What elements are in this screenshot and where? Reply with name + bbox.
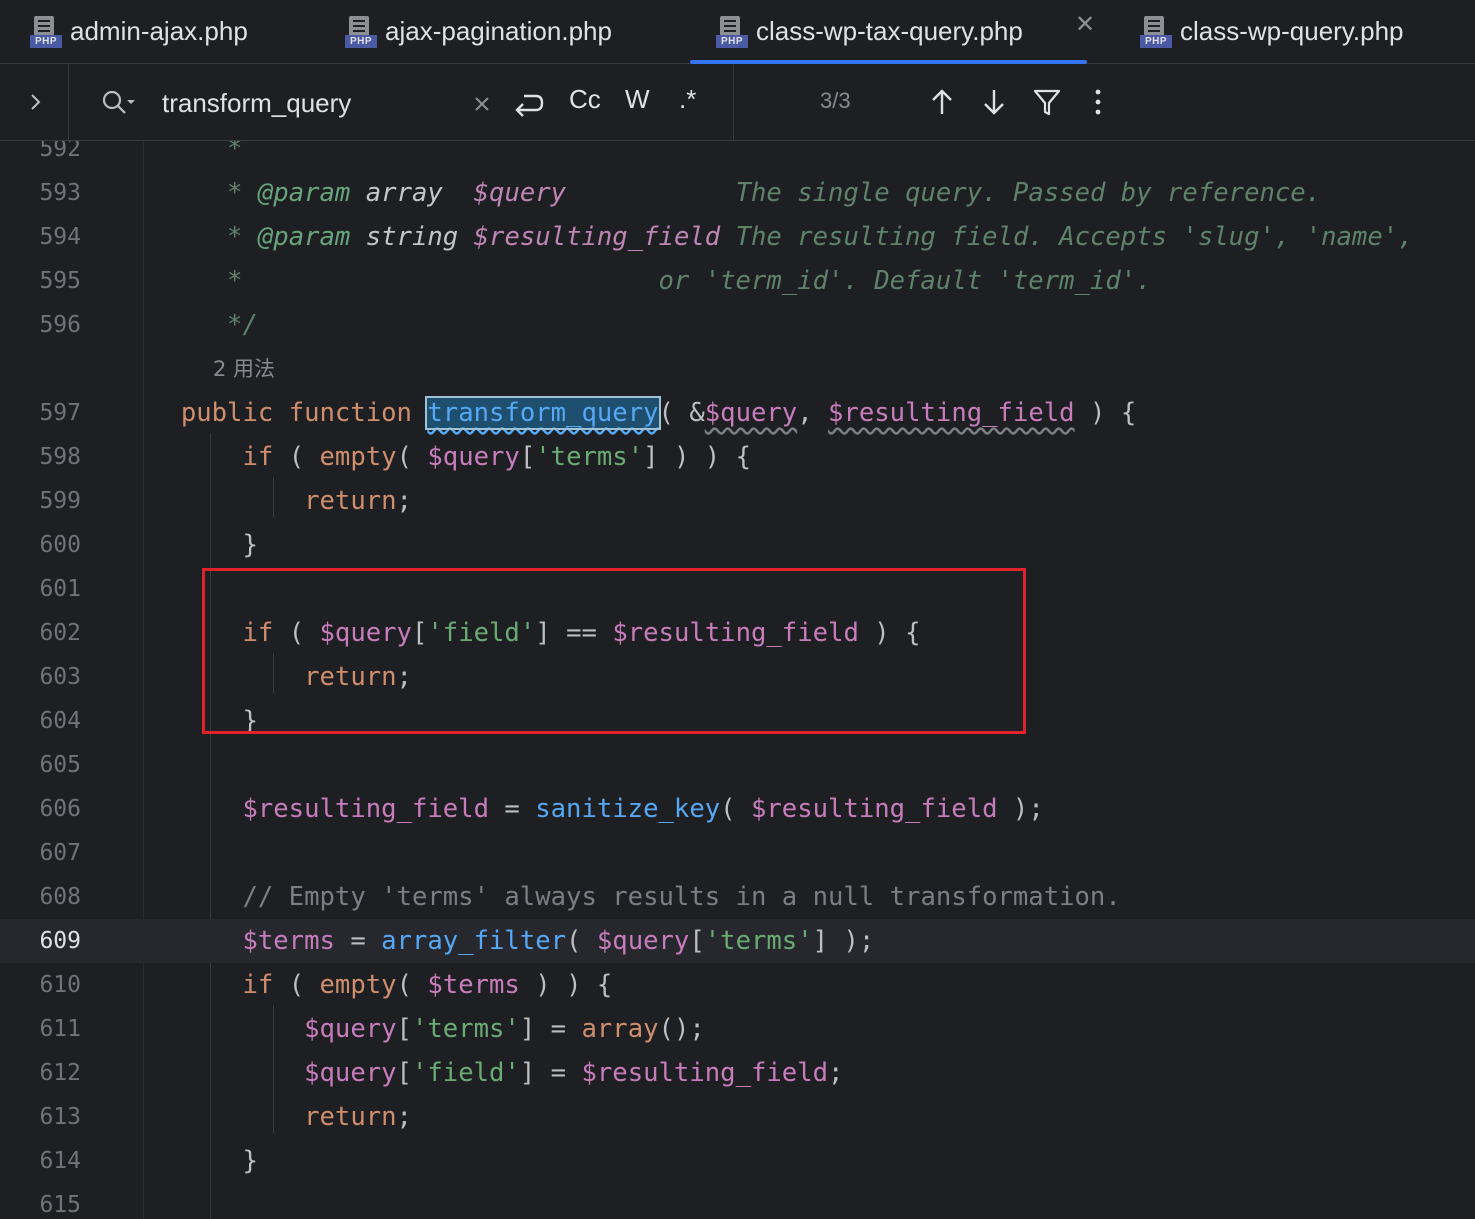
line-number: 611 xyxy=(39,1016,81,1042)
code-line: 595 * or 'term_id'. Default 'term_id'. xyxy=(0,259,1475,303)
line-number: 603 xyxy=(39,664,81,690)
chevron-right-icon xyxy=(31,94,41,110)
code-text: } xyxy=(150,530,258,560)
line-number: 594 xyxy=(39,224,81,250)
code-line: 598 if ( empty( $query['terms'] ) ) { xyxy=(0,435,1475,479)
editor-tab-bar: PHP admin-ajax.php PHP ajax-pagination.p… xyxy=(0,0,1475,64)
match-count: 3/3 xyxy=(820,88,851,113)
code-text: */ xyxy=(150,310,258,340)
line-number: 606 xyxy=(39,796,81,822)
line-number: 602 xyxy=(39,620,81,646)
code-text: * or 'term_id'. Default 'term_id'. xyxy=(150,266,1152,296)
arrow-up-icon[interactable] xyxy=(928,86,956,118)
line-number: 613 xyxy=(39,1104,81,1130)
line-number: 604 xyxy=(39,708,81,734)
search-input[interactable] xyxy=(160,82,464,124)
code-line: 592 * xyxy=(0,141,1475,171)
code-text: $terms = array_filter( $query['terms'] )… xyxy=(242,926,875,956)
line-number: 608 xyxy=(39,884,81,910)
close-tab-icon[interactable]: ✕ xyxy=(1072,10,1098,40)
tab-label: class-wp-query.php xyxy=(1180,16,1404,46)
code-line: 594 * @param string $resulting_field The… xyxy=(0,215,1475,259)
filter-icon[interactable] xyxy=(1032,86,1062,118)
line-number: 612 xyxy=(39,1060,81,1086)
code-line: 606 $resulting_field = sanitize_key( $re… xyxy=(0,787,1475,831)
tab-label: class-wp-tax-query.php xyxy=(756,16,1023,46)
code-line: 599 return; xyxy=(0,479,1475,523)
tab-class-wp-query[interactable]: PHP class-wp-query.php xyxy=(1140,0,1404,63)
annotation-highlight-box xyxy=(202,568,1026,734)
clear-search-icon[interactable] xyxy=(472,94,492,114)
code-text: $resulting_field = sanitize_key( $result… xyxy=(242,794,1044,824)
whole-words-toggle[interactable]: W xyxy=(625,84,650,115)
code-line: 605 xyxy=(0,743,1475,787)
line-number: 595 xyxy=(39,268,81,294)
code-line: 608 // Empty 'terms' always results in a… xyxy=(0,875,1475,919)
more-options-icon[interactable] xyxy=(1090,86,1106,118)
code-line: 613 return; xyxy=(0,1095,1475,1139)
php-file-icon: PHP xyxy=(345,15,377,48)
code-line: 610 if ( empty( $terms ) ) { xyxy=(0,963,1475,1007)
php-file-icon: PHP xyxy=(1140,15,1172,48)
code-text: * xyxy=(150,141,243,164)
usages-hint[interactable]: 2 用法 xyxy=(213,347,275,391)
code-text: return; xyxy=(304,486,412,516)
code-text: return; xyxy=(304,1102,412,1132)
line-number: 597 xyxy=(39,400,81,426)
tab-class-wp-tax-query[interactable]: PHP class-wp-tax-query.php xyxy=(690,0,1087,64)
code-text: $query['field'] = $resulting_field; xyxy=(304,1058,844,1088)
line-number: 615 xyxy=(39,1192,81,1218)
code-text: if ( empty( $terms ) ) { xyxy=(242,970,613,1000)
code-text: // Empty 'terms' always results in a nul… xyxy=(242,882,1121,912)
code-line: 615 xyxy=(0,1183,1475,1219)
code-editor[interactable]: 592 * 593 * @param array $query The sing… xyxy=(0,141,1475,1219)
code-text: * @param array $query The single query. … xyxy=(150,178,1322,208)
code-text: if ( empty( $query['terms'] ) ) { xyxy=(242,442,752,472)
divider xyxy=(733,64,734,140)
code-line: 607 xyxy=(0,831,1475,875)
regex-toggle[interactable]: .* xyxy=(679,84,696,115)
tab-label: ajax-pagination.php xyxy=(385,16,612,46)
tab-ajax-pagination[interactable]: PHP ajax-pagination.php xyxy=(345,0,612,63)
search-match-highlight: transform_query xyxy=(425,396,661,430)
php-file-icon: PHP xyxy=(30,15,62,48)
code-line: 596 */ xyxy=(0,303,1475,347)
line-number: 600 xyxy=(39,532,81,558)
code-line: 597 public function transform_query( &$q… xyxy=(0,391,1475,435)
line-number: 609 xyxy=(39,928,81,954)
tab-admin-ajax[interactable]: PHP admin-ajax.php xyxy=(30,0,248,63)
current-code-line: 609 $terms = array_filter( $query['terms… xyxy=(0,919,1475,963)
php-file-icon: PHP xyxy=(716,15,748,48)
code-text: } xyxy=(150,1146,258,1176)
expand-replace-button[interactable] xyxy=(0,64,69,140)
line-number: 592 xyxy=(39,141,81,162)
find-bar: Cc W .* 3/3 xyxy=(0,64,1475,141)
code-text: * @param string $resulting_field The res… xyxy=(150,222,1414,252)
line-number: 598 xyxy=(39,444,81,470)
code-line: 611 $query['terms'] = array(); xyxy=(0,1007,1475,1051)
code-text: $query['terms'] = array(); xyxy=(304,1014,705,1044)
line-number: 605 xyxy=(39,752,81,778)
line-number: 599 xyxy=(39,488,81,514)
line-number: 607 xyxy=(39,840,81,866)
arrow-down-icon[interactable] xyxy=(980,86,1008,118)
line-number: 596 xyxy=(39,312,81,338)
line-number: 610 xyxy=(39,972,81,998)
code-text: public function transform_query( &$query… xyxy=(180,396,1137,430)
code-line: 612 $query['field'] = $resulting_field; xyxy=(0,1051,1475,1095)
line-number: 601 xyxy=(39,576,81,602)
code-line: 593 * @param array $query The single que… xyxy=(0,171,1475,215)
code-line: 600 } xyxy=(0,523,1475,567)
tab-label: admin-ajax.php xyxy=(70,16,248,46)
search-history-icon[interactable] xyxy=(100,88,140,118)
match-case-toggle[interactable]: Cc xyxy=(569,84,601,115)
new-line-icon[interactable] xyxy=(510,86,546,122)
line-number: 593 xyxy=(39,180,81,206)
line-number: 614 xyxy=(39,1148,81,1174)
code-line: 614 } xyxy=(0,1139,1475,1183)
